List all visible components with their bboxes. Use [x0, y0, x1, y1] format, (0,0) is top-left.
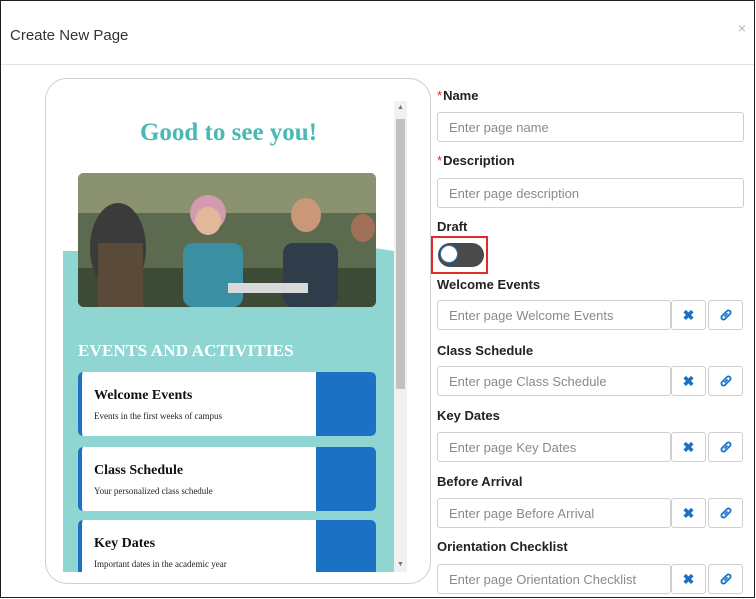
close-icon: ✖ [682, 570, 695, 587]
card-accent [316, 520, 376, 572]
close-icon: ✖ [682, 306, 695, 323]
clear-welcome-events-button[interactable]: ✖ [671, 300, 706, 330]
clear-orientation-checklist-button[interactable]: ✖ [671, 564, 706, 594]
welcome-events-input[interactable] [437, 300, 671, 330]
draft-label: Draft [437, 219, 468, 234]
before-arrival-label: Before Arrival [437, 474, 523, 489]
link-icon [720, 441, 731, 453]
phone-preview-screen: Good to see you! EVENTS AND ACTIVITIES W… [63, 101, 394, 572]
clear-before-arrival-button[interactable]: ✖ [671, 498, 706, 528]
preview-hero-image [78, 173, 376, 307]
scrollbar-thumb[interactable] [396, 119, 405, 389]
required-mark: * [437, 88, 443, 103]
link-welcome-events-button[interactable] [708, 300, 743, 330]
close-icon: ✖ [682, 372, 695, 389]
preview-card-class-schedule[interactable]: Class Schedule Your personalized class s… [78, 447, 376, 511]
modal-title: Create New Page [10, 27, 129, 44]
clear-key-dates-button[interactable]: ✖ [671, 432, 706, 462]
link-icon [720, 309, 731, 321]
scroll-down-icon[interactable]: ▼ [394, 558, 407, 572]
preview-scrollbar[interactable]: ▲ ▼ [394, 101, 407, 572]
orientation-checklist-input[interactable] [437, 564, 671, 594]
card-subtitle: Events in the first weeks of campus [94, 411, 222, 421]
toggle-knob [440, 245, 458, 263]
key-dates-input[interactable] [437, 432, 671, 462]
name-input[interactable] [437, 112, 744, 142]
preview-card-key-dates[interactable]: Key Dates Important dates in the academi… [78, 520, 376, 572]
link-icon [720, 375, 731, 387]
card-title: Key Dates [94, 536, 156, 551]
clear-class-schedule-button[interactable]: ✖ [671, 366, 706, 396]
key-dates-label: Key Dates [437, 408, 500, 423]
welcome-events-label: Welcome Events [437, 277, 541, 292]
modal-header: Create New Page × [1, 1, 754, 65]
card-title: Class Schedule [94, 463, 184, 478]
description-input[interactable] [437, 178, 744, 208]
class-schedule-input[interactable] [437, 366, 671, 396]
required-mark: * [437, 153, 443, 168]
preview-card-welcome-events[interactable]: Welcome Events Events in the first weeks… [78, 372, 376, 436]
class-schedule-label: Class Schedule [437, 343, 534, 358]
link-class-schedule-button[interactable] [708, 366, 743, 396]
link-orientation-checklist-button[interactable] [708, 564, 743, 594]
link-icon [720, 507, 731, 519]
card-subtitle: Important dates in the academic year [94, 559, 227, 569]
description-label: *Description [437, 153, 515, 168]
before-arrival-input[interactable] [437, 498, 671, 528]
close-icon: ✖ [682, 438, 695, 455]
draft-toggle[interactable] [438, 243, 484, 267]
link-before-arrival-button[interactable] [708, 498, 743, 528]
orientation-checklist-label: Orientation Checklist [437, 539, 568, 554]
card-accent [316, 372, 376, 436]
link-key-dates-button[interactable] [708, 432, 743, 462]
close-icon[interactable]: × [738, 21, 746, 35]
preview-greeting: Good to see you! [139, 119, 318, 146]
card-subtitle: Your personalized class schedule [94, 486, 213, 496]
draft-toggle-highlight [431, 236, 488, 274]
name-label: *Name [437, 88, 479, 103]
close-icon: ✖ [682, 504, 695, 521]
card-accent [316, 447, 376, 511]
card-title: Welcome Events [94, 388, 193, 403]
preview-section-title: EVENTS AND ACTIVITIES [78, 341, 294, 360]
scroll-up-icon[interactable]: ▲ [394, 101, 407, 115]
link-icon [720, 573, 731, 585]
